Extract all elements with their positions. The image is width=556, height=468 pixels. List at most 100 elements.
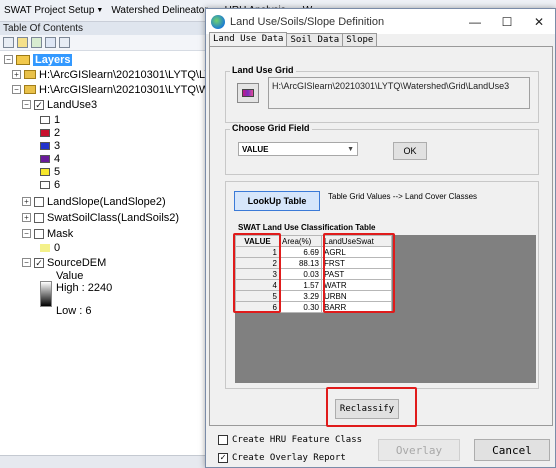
cancel-button[interactable]: Cancel: [474, 439, 550, 461]
collapse-icon[interactable]: −: [22, 229, 31, 238]
toc-item-landslope[interactable]: + LandSlope(LandSlope2): [22, 195, 166, 208]
landuse3-label: LandUse3: [47, 98, 98, 111]
toc-item-sourcedem[interactable]: − ✓ SourceDEM: [22, 256, 106, 269]
area-cell: 0.03: [279, 268, 322, 280]
layer-visible-checkbox[interactable]: ✓: [34, 99, 44, 110]
watershed-delineator-label: Watershed Delineator: [111, 5, 208, 16]
toc-item-swatsoilclass[interactable]: + SwatSoilClass(LandSoils2): [22, 211, 179, 224]
toc-tree: − Layers + H:\ArcGISlearn\20210301\LYTQ\…: [0, 51, 212, 317]
expand-icon[interactable]: +: [12, 70, 21, 79]
legend-class: 0: [40, 241, 60, 254]
legend-swatch: [40, 243, 50, 252]
maximize-button[interactable]: ☐: [491, 9, 523, 34]
layer-visible-checkbox[interactable]: [34, 228, 44, 239]
create-hru-label: Create HRU Feature Class: [232, 435, 363, 445]
list-by-drawing-order-icon[interactable]: [3, 37, 14, 48]
create-hru-checkbox[interactable]: [218, 435, 228, 445]
layer-visible-checkbox[interactable]: [34, 212, 44, 223]
layers-row[interactable]: − Layers: [4, 53, 73, 66]
toc-item-watershed[interactable]: − H:\ArcGISlearn\20210301\LYTQ\Watershed…: [12, 83, 212, 96]
dialog-titlebar[interactable]: Land Use/Soils/Slope Definition — ☐ ✕: [206, 9, 555, 34]
lookup-table-button[interactable]: LookUp Table: [234, 191, 320, 211]
chevron-down-icon: ▼: [347, 145, 354, 153]
legend-class: 4: [40, 152, 60, 165]
classification-table-title: SWAT Land Use Classification Table: [238, 223, 376, 232]
swat-project-setup-menu[interactable]: SWAT Project Setup ▼: [0, 2, 107, 20]
legend-swatch: [40, 128, 50, 137]
create-overlay-option[interactable]: ✓ Create Overlay Report: [218, 453, 346, 463]
globe-icon: [211, 14, 225, 29]
tab-land-use-data[interactable]: Land Use Data: [209, 32, 288, 47]
area-cell: 88.13: [279, 257, 322, 269]
select-grid-button[interactable]: [237, 83, 259, 103]
collapse-icon[interactable]: −: [22, 100, 31, 109]
highlight-value-column: [233, 233, 281, 313]
layers-icon: [16, 54, 30, 65]
list-by-source-icon[interactable]: [17, 37, 28, 48]
layer-visible-checkbox[interactable]: [34, 196, 44, 207]
legend-class-label: 5: [54, 165, 61, 178]
legend-class-label: 0: [54, 241, 61, 254]
area-cell: 0.30: [279, 301, 322, 313]
legend-class: 5: [40, 165, 60, 178]
toc-item-mask[interactable]: − Mask: [22, 227, 73, 240]
highlight-landuse-column: [323, 233, 395, 313]
minimize-button[interactable]: —: [459, 9, 491, 34]
dem-color-ramp: [40, 281, 52, 307]
overlay-button[interactable]: Overlay: [378, 439, 460, 461]
legend-class: 6: [40, 178, 60, 191]
swatsoilclass-label: SwatSoilClass(LandSoils2): [47, 211, 180, 224]
sourcedem-label: SourceDEM: [47, 256, 107, 269]
area-cell: 3.29: [279, 290, 322, 302]
legend-class-label: 6: [54, 178, 61, 191]
mask-label: Mask: [47, 227, 74, 240]
grid-field-select[interactable]: VALUE ▼: [238, 142, 358, 156]
watershed-delineator-menu[interactable]: Watershed Delineator▼: [107, 2, 220, 20]
swat-project-setup-label: SWAT Project Setup: [4, 5, 95, 16]
column-header-area[interactable]: Area(%): [279, 235, 322, 247]
land-use-tab-page: Land Use Grid H:\ArcGISlearn\20210301\LY…: [209, 46, 553, 427]
legend-class-label: 4: [54, 152, 61, 165]
create-overlay-checkbox[interactable]: ✓: [218, 453, 228, 463]
collapse-icon[interactable]: −: [12, 85, 21, 94]
folder-icon: [24, 70, 36, 79]
mdb-path-label: H:\ArcGISlearn\20210301\LYTQ\LYTQ.mdb: [39, 68, 212, 81]
highlight-reclassify: [326, 387, 417, 427]
land-use-grid-path: H:\ArcGISlearn\20210301\LYTQ\Watershed\G…: [268, 77, 530, 109]
grid-field-value: VALUE: [242, 144, 269, 154]
legend-swatch: [40, 167, 50, 176]
tab-slope[interactable]: Slope: [342, 33, 378, 47]
options-icon[interactable]: [59, 37, 70, 48]
list-by-selection-icon[interactable]: [45, 37, 56, 48]
collapse-icon[interactable]: −: [22, 258, 31, 267]
toc-item-landuse3[interactable]: − ✓ LandUse3: [22, 98, 97, 111]
list-by-visibility-icon[interactable]: [31, 37, 42, 48]
expand-icon[interactable]: +: [22, 197, 31, 206]
legend-class: 3: [40, 139, 60, 152]
collapse-icon[interactable]: −: [4, 55, 13, 64]
close-button[interactable]: ✕: [523, 9, 555, 34]
layer-visible-checkbox[interactable]: ✓: [34, 257, 44, 268]
lookup-hint: Table Grid Values --> Land Cover Classes: [328, 192, 478, 201]
table-of-contents: Table Of Contents − Layers + H:\ArcGISle…: [0, 22, 213, 468]
tab-strip: Land Use Data Soil Data Slope: [209, 32, 378, 47]
dem-low-label: Low : 6: [56, 304, 92, 317]
legend-swatch: [40, 180, 50, 189]
toc-title: Table Of Contents: [0, 22, 212, 35]
legend-class-label: 3: [54, 139, 61, 152]
toc-item-mdb[interactable]: + H:\ArcGISlearn\20210301\LYTQ\LYTQ.mdb: [12, 68, 212, 81]
expand-icon[interactable]: +: [22, 213, 31, 222]
create-hru-option[interactable]: Create HRU Feature Class: [218, 435, 362, 445]
area-cell: 1.57: [279, 279, 322, 291]
land-use-grid-label: Land Use Grid: [230, 65, 296, 75]
legend-class-label: 2: [54, 126, 61, 139]
layers-label[interactable]: Layers: [33, 53, 73, 66]
area-cell: 6.69: [279, 246, 322, 258]
legend-swatch: [40, 115, 50, 124]
dem-high-label: High : 2240: [56, 281, 113, 294]
tab-soil-data[interactable]: Soil Data: [286, 33, 344, 47]
grid-field-label: Choose Grid Field: [230, 123, 312, 133]
ok-button[interactable]: OK: [393, 142, 427, 160]
landslope-label: LandSlope(LandSlope2): [47, 195, 166, 208]
create-overlay-label: Create Overlay Report: [232, 453, 346, 463]
